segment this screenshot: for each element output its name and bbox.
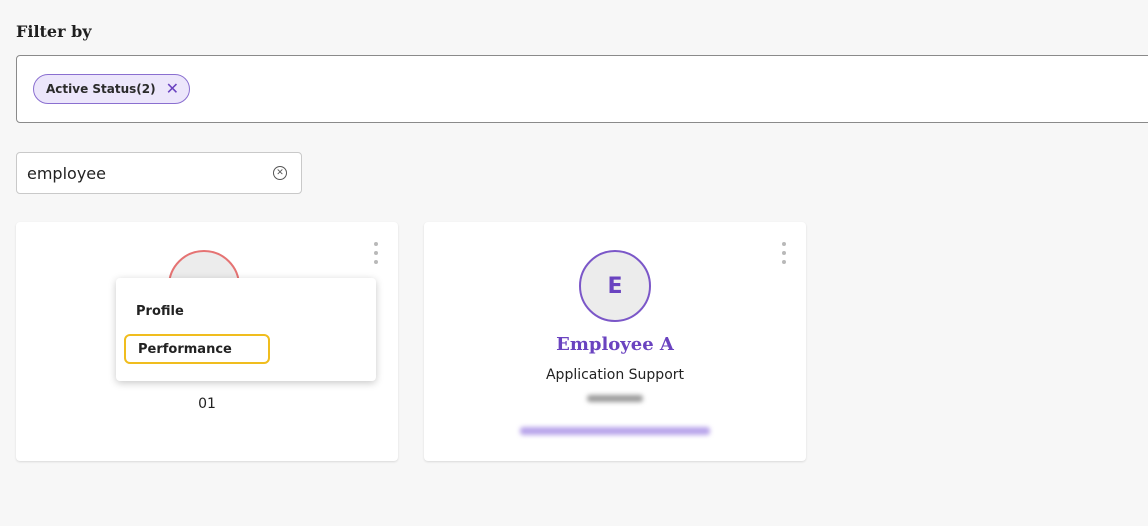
- card-context-menu: Profile Performance: [116, 278, 376, 381]
- employee-name[interactable]: Employee A: [424, 334, 806, 355]
- avatar-letter: E: [607, 273, 623, 299]
- employee-email-redacted[interactable]: [520, 427, 710, 435]
- search-box: ✕: [16, 152, 302, 194]
- search-input[interactable]: [17, 153, 257, 193]
- circle-x-icon[interactable]: ✕: [273, 166, 287, 180]
- close-icon[interactable]: ✕: [166, 81, 179, 97]
- filter-box[interactable]: Active Status(2) ✕: [16, 55, 1148, 123]
- filter-chip-active-status[interactable]: Active Status(2) ✕: [33, 74, 191, 104]
- employee-id: 01: [198, 396, 216, 412]
- kebab-menu-icon[interactable]: [372, 242, 380, 264]
- kebab-menu-icon[interactable]: [780, 242, 788, 264]
- menu-item-profile[interactable]: Profile: [124, 296, 270, 326]
- menu-item-performance[interactable]: Performance: [124, 334, 270, 364]
- employee-role: Application Support: [545, 367, 685, 383]
- employee-card[interactable]: E Employee A Application Support: [424, 222, 806, 461]
- filter-chip-label: Active Status(2): [46, 82, 156, 96]
- avatar: E: [579, 250, 651, 322]
- filter-by-label: Filter by: [16, 22, 92, 41]
- employee-id-redacted: [587, 395, 643, 402]
